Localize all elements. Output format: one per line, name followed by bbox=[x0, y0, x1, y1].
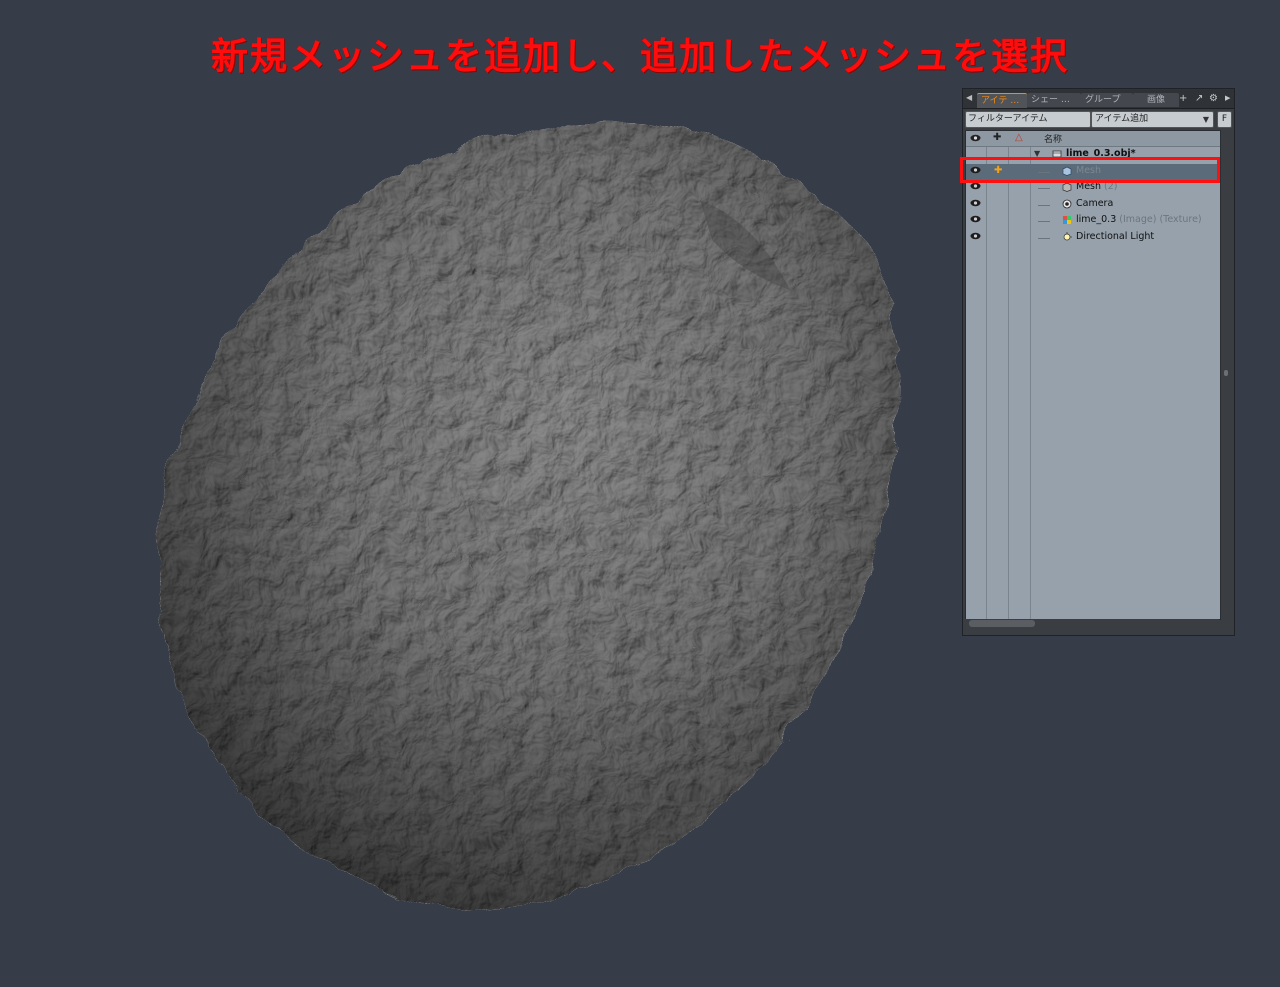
eye-icon[interactable] bbox=[970, 182, 981, 190]
texture-icon bbox=[1063, 216, 1071, 224]
texture-suffix: (Image) (Texture) bbox=[1116, 214, 1202, 225]
tree-line bbox=[1038, 221, 1050, 222]
tree-line bbox=[1038, 188, 1050, 189]
filter-items-field[interactable]: フィルターアイテム bbox=[965, 111, 1091, 128]
item-list[interactable]: ✚ △ 名称 ▼ lime_0.3.obj* ✚ Mesh Mesh (2) C… bbox=[965, 130, 1221, 620]
add-tab-icon[interactable]: + bbox=[1179, 93, 1187, 104]
list-item-texture[interactable]: lime_0.3 (Image) (Texture) bbox=[966, 213, 1220, 229]
gear-icon[interactable]: ⚙ bbox=[1209, 93, 1218, 104]
lock-column-icon[interactable]: ✚ bbox=[993, 132, 1001, 143]
mesh-icon bbox=[1062, 182, 1072, 192]
camera-icon bbox=[1062, 199, 1072, 209]
visibility-column-eye-icon[interactable] bbox=[970, 134, 981, 142]
tab-images[interactable]: 画像 bbox=[1133, 93, 1179, 107]
annotation-title: 新規メッシュを追加し、追加したメッシュを選択 bbox=[211, 35, 1069, 78]
light-label: Directional Light bbox=[1076, 231, 1155, 242]
filter-bar: フィルターアイテム アイテム追加 ▼ F bbox=[963, 109, 1234, 129]
add-item-dropdown[interactable]: アイテム追加 ▼ bbox=[1091, 111, 1214, 128]
eye-icon[interactable] bbox=[970, 215, 981, 223]
list-item-camera[interactable]: Camera bbox=[966, 197, 1220, 213]
chevron-down-icon: ▼ bbox=[1202, 115, 1209, 124]
axis-column-icon[interactable]: △ bbox=[1015, 132, 1023, 143]
expand-icon[interactable]: ↗ bbox=[1195, 93, 1203, 104]
tab-shader[interactable]: シェー … bbox=[1027, 93, 1081, 107]
scroll-right-icon[interactable]: ▶ bbox=[1225, 94, 1230, 102]
panel-tab-bar: ◀ アイテ … シェー … グループ 画像 + ↗ ⚙ ▶ bbox=[963, 89, 1234, 109]
filter-f-button[interactable]: F bbox=[1217, 111, 1232, 128]
camera-label: Camera bbox=[1076, 198, 1114, 209]
vertical-scrollbar[interactable] bbox=[1221, 130, 1231, 618]
tab-scroll-left-icon[interactable]: ◀ bbox=[966, 93, 972, 102]
name-column-header[interactable]: 名称 bbox=[1044, 132, 1062, 145]
add-item-label: アイテム追加 bbox=[1095, 114, 1149, 124]
tree-line bbox=[1038, 205, 1050, 206]
selection-highlight-box bbox=[960, 157, 1220, 183]
texture-label: lime_0.3 (Image) (Texture) bbox=[1076, 214, 1202, 225]
light-icon bbox=[1063, 232, 1072, 241]
tab-groups[interactable]: グループ bbox=[1081, 93, 1133, 107]
tree-line bbox=[1038, 238, 1050, 239]
tab-items[interactable]: アイテ … bbox=[977, 93, 1027, 108]
list-header: ✚ △ 名称 bbox=[966, 131, 1220, 147]
eye-icon[interactable] bbox=[970, 232, 981, 240]
horizontal-scrollbar[interactable] bbox=[965, 619, 1219, 629]
texture-name: lime_0.3 bbox=[1076, 214, 1117, 225]
eye-icon[interactable] bbox=[970, 199, 981, 207]
list-item-directional-light[interactable]: Directional Light bbox=[966, 230, 1220, 246]
scroll-grip[interactable] bbox=[1224, 370, 1228, 376]
scroll-thumb[interactable] bbox=[969, 620, 1035, 627]
